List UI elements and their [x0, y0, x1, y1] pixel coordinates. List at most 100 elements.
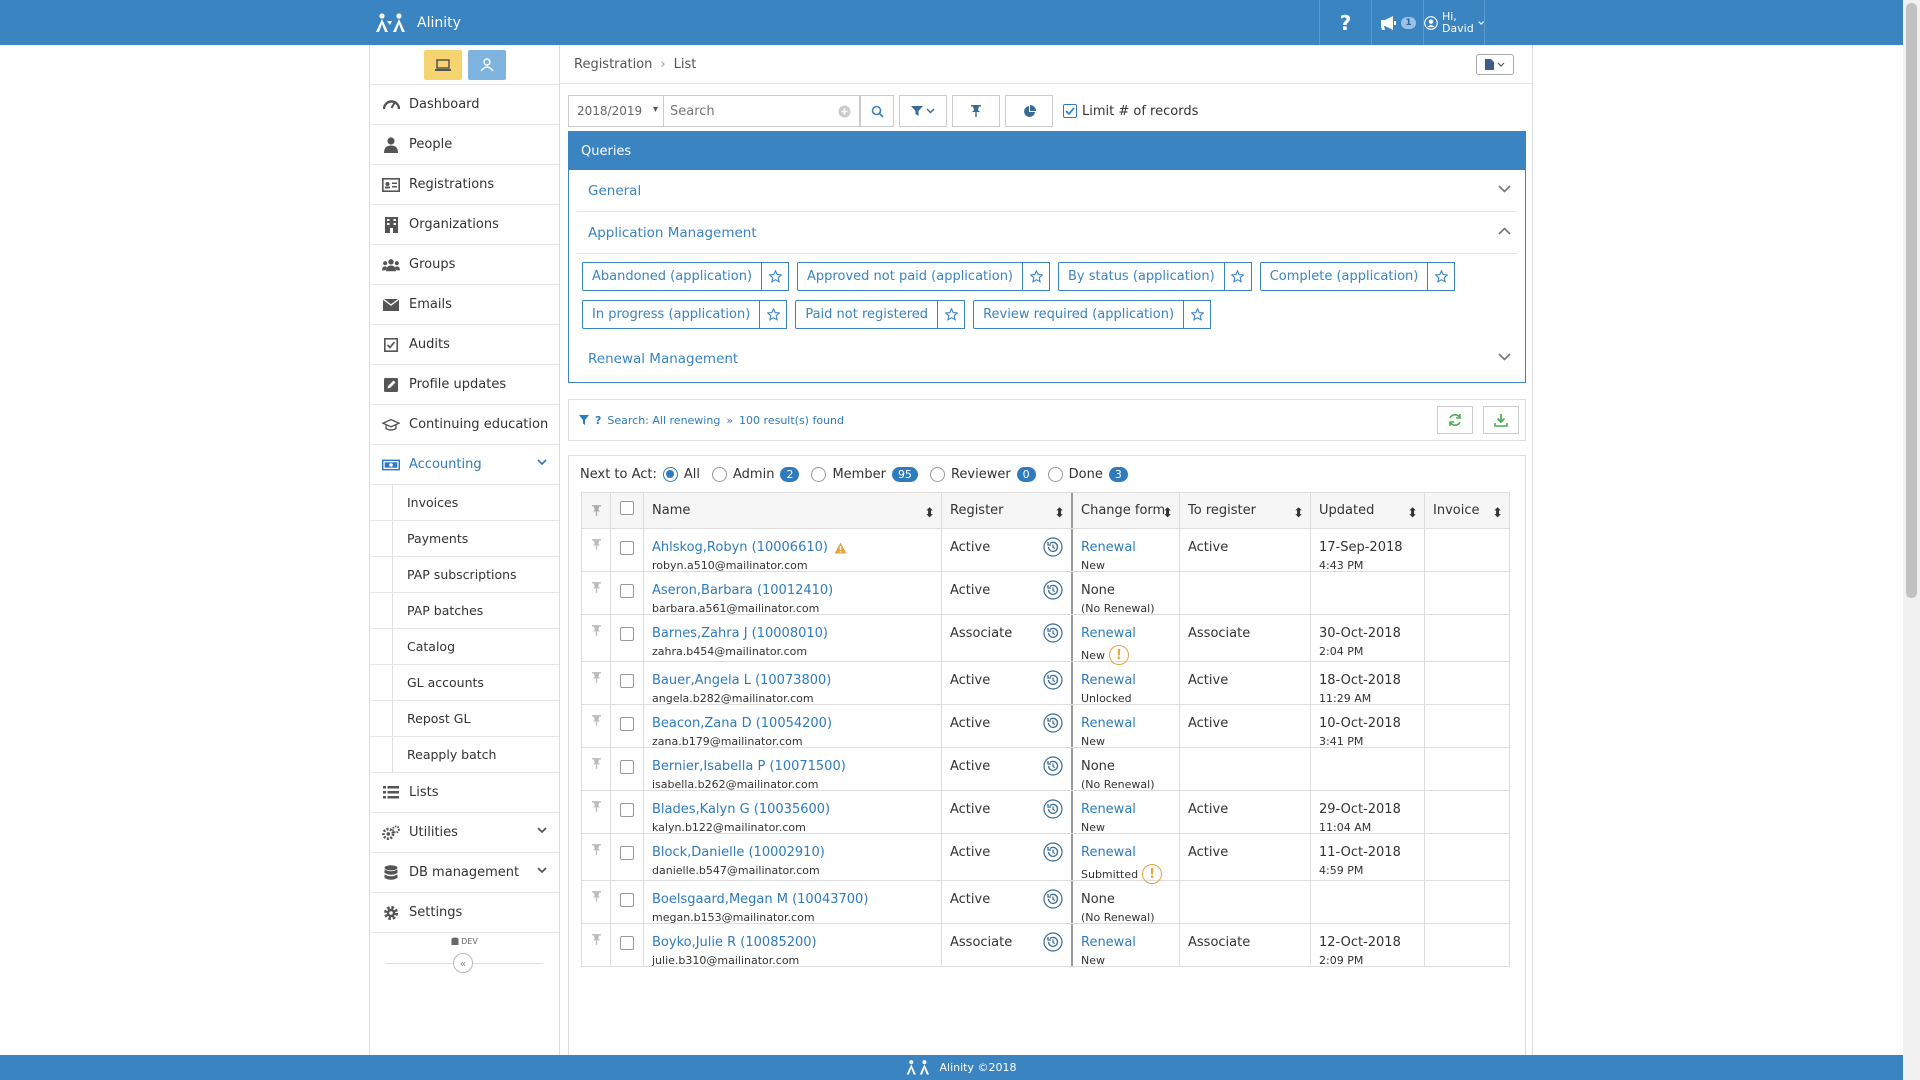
- query-in-progress-application-button[interactable]: In progress (application): [582, 300, 761, 329]
- change-form-link[interactable]: Renewal: [1081, 845, 1171, 860]
- column-header-to-register[interactable]: To register ⬍: [1180, 493, 1311, 528]
- favorite-query-button[interactable]: [1023, 262, 1051, 291]
- radio-label[interactable]: Admin: [733, 467, 774, 482]
- pin-cell[interactable]: [581, 834, 611, 880]
- change-form-link[interactable]: Renewal: [1081, 716, 1171, 731]
- history-button[interactable]: [1043, 842, 1063, 862]
- person-link[interactable]: Bauer,Angela L (10073800): [652, 673, 831, 688]
- row-checkbox[interactable]: [620, 541, 634, 555]
- column-header-change-form[interactable]: Change form ⬍: [1073, 493, 1180, 528]
- chart-button[interactable]: [1005, 95, 1053, 127]
- query-section-application-management[interactable]: Application Management: [577, 212, 1517, 254]
- change-form-link[interactable]: Renewal: [1081, 540, 1171, 555]
- sidebar-item-accounting[interactable]: Accounting: [370, 445, 559, 485]
- pin-cell[interactable]: [581, 881, 611, 923]
- row-checkbox[interactable]: [620, 893, 634, 907]
- sidebar-subitem-repost-gl[interactable]: Repost GL: [370, 701, 559, 737]
- sidebar-item-utilities[interactable]: Utilities: [370, 813, 559, 853]
- pin-cell[interactable]: [581, 572, 611, 614]
- radio-label[interactable]: All: [684, 467, 700, 482]
- row-checkbox[interactable]: [620, 803, 634, 817]
- radio-member[interactable]: [811, 466, 827, 482]
- person-link[interactable]: Aseron,Barbara (10012410): [652, 583, 833, 598]
- sidebar-item-people[interactable]: People: [370, 125, 559, 165]
- row-checkbox[interactable]: [620, 760, 634, 774]
- person-link[interactable]: Boyko,Julie R (10085200): [652, 935, 817, 950]
- sidebar-item-settings[interactable]: Settings: [370, 893, 559, 933]
- sidebar-item-continuing-education[interactable]: Continuing education: [370, 405, 559, 445]
- sidebar-item-registrations[interactable]: Registrations: [370, 165, 559, 205]
- sidebar-subitem-pap-batches[interactable]: PAP batches: [370, 593, 559, 629]
- row-checkbox[interactable]: [620, 936, 634, 950]
- sidebar-item-groups[interactable]: Groups: [370, 245, 559, 285]
- sidebar-subitem-gl-accounts[interactable]: GL accounts: [370, 665, 559, 701]
- person-link[interactable]: Beacon,Zana D (10054200): [652, 716, 832, 731]
- history-button[interactable]: [1043, 932, 1063, 952]
- sidebar-subitem-invoices[interactable]: Invoices: [370, 485, 559, 521]
- breadcrumb-root[interactable]: Registration: [574, 57, 652, 72]
- favorite-query-button[interactable]: [1184, 300, 1212, 329]
- select-all-checkbox[interactable]: [620, 500, 634, 515]
- change-form-link[interactable]: Renewal: [1081, 935, 1171, 950]
- row-checkbox[interactable]: [620, 674, 634, 688]
- sidebar-subitem-payments[interactable]: Payments: [370, 521, 559, 557]
- column-header-invoice[interactable]: Invoice ⬍: [1425, 493, 1510, 528]
- collapse-sidebar-button[interactable]: «: [453, 953, 473, 973]
- registration-year-select[interactable]: 2018/2019: [568, 95, 664, 127]
- sidebar-item-emails[interactable]: Emails: [370, 285, 559, 325]
- pin-cell[interactable]: [581, 615, 611, 661]
- pin-cell[interactable]: [581, 662, 611, 704]
- query-help-icon[interactable]: ?: [595, 414, 601, 427]
- query-by-status-application-button[interactable]: By status (application): [1058, 262, 1225, 291]
- row-checkbox[interactable]: [620, 584, 634, 598]
- history-button[interactable]: [1043, 889, 1063, 909]
- person-link[interactable]: Block,Danielle (10002910): [652, 845, 825, 860]
- sidebar-item-audits[interactable]: Audits: [370, 325, 559, 365]
- search-summary-text[interactable]: Search: All renewing: [607, 414, 720, 427]
- radio-label[interactable]: Member: [832, 467, 885, 482]
- sidebar-subitem-reapply-batch[interactable]: Reapply batch: [370, 737, 559, 773]
- query-abandoned-application-button[interactable]: Abandoned (application): [582, 262, 763, 291]
- history-button[interactable]: [1043, 670, 1063, 690]
- history-button[interactable]: [1043, 799, 1063, 819]
- favorite-query-button[interactable]: [938, 300, 966, 329]
- pin-cell[interactable]: [581, 705, 611, 747]
- profile-view-button[interactable]: [467, 50, 506, 80]
- scrollbar-thumb[interactable]: [1906, 3, 1917, 598]
- row-checkbox[interactable]: [620, 627, 634, 641]
- row-checkbox[interactable]: [620, 717, 634, 731]
- pin-cell[interactable]: [581, 748, 611, 790]
- refresh-button[interactable]: [1437, 406, 1473, 434]
- query-section-general[interactable]: General: [577, 170, 1517, 212]
- person-link[interactable]: Ahlskog,Robyn (10006610): [652, 540, 828, 555]
- brand[interactable]: Alinity: [373, 12, 461, 34]
- radio-all[interactable]: [662, 466, 678, 482]
- radio-done[interactable]: [1047, 466, 1063, 482]
- pin-cell[interactable]: [581, 791, 611, 833]
- sidebar-subitem-catalog[interactable]: Catalog: [370, 629, 559, 665]
- history-button[interactable]: [1043, 756, 1063, 776]
- favorite-query-button[interactable]: [1224, 262, 1252, 291]
- search-input[interactable]: [664, 96, 859, 126]
- sidebar-item-dashboard[interactable]: Dashboard: [370, 85, 559, 125]
- query-review-required-application-button[interactable]: Review required (application): [973, 300, 1185, 329]
- history-button[interactable]: [1043, 537, 1063, 557]
- history-button[interactable]: [1043, 623, 1063, 643]
- change-form-link[interactable]: Renewal: [1081, 673, 1171, 688]
- filter-button[interactable]: [899, 95, 947, 127]
- person-link[interactable]: Barnes,Zahra J (10008010): [652, 626, 828, 641]
- column-header-name[interactable]: Name ⬍: [644, 493, 942, 528]
- column-header-register[interactable]: Register ⬍: [942, 493, 1073, 528]
- report-menu-button[interactable]: [1476, 54, 1514, 75]
- person-link[interactable]: Boelsgaard,Megan M (10043700): [652, 892, 868, 907]
- limit-records-toggle[interactable]: Limit # of records: [1063, 104, 1198, 119]
- desktop-view-button[interactable]: [423, 50, 462, 80]
- sidebar-item-db-management[interactable]: DB management: [370, 853, 559, 893]
- change-form-link[interactable]: Renewal: [1081, 626, 1171, 641]
- query-approved-not-paid-application-button[interactable]: Approved not paid (application): [797, 262, 1024, 291]
- export-button[interactable]: [1483, 406, 1519, 434]
- sidebar-item-organizations[interactable]: Organizations: [370, 205, 559, 245]
- search-button[interactable]: [860, 95, 894, 127]
- history-button[interactable]: [1043, 713, 1063, 733]
- announcements-button[interactable]: 1: [1371, 0, 1423, 45]
